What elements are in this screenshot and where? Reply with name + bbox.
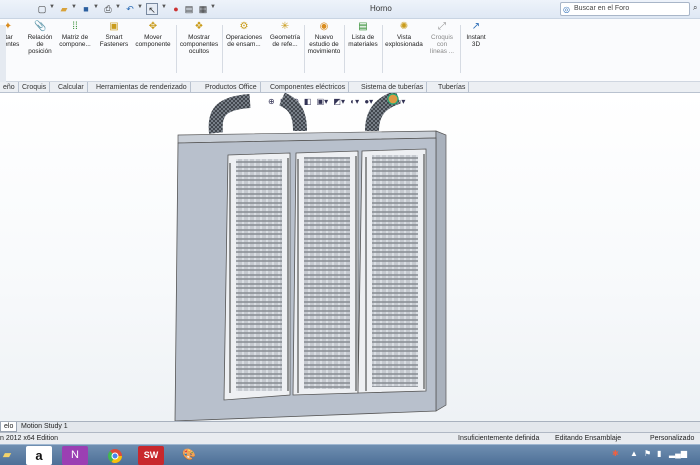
new-motion-study-icon: ◉ — [319, 21, 329, 32]
tab-piping-system[interactable]: Sistema de tuberías — [358, 82, 428, 93]
show-hidden-components-icon: ❖ — [194, 21, 204, 32]
edition-label: n 2012 x64 Edition — [0, 435, 58, 442]
command-label: Mostrar componentes ocultos — [179, 34, 219, 56]
command-label: Lista de materiales — [348, 34, 378, 49]
command-label: Relación de posición — [27, 34, 53, 56]
compartment-left — [223, 152, 291, 401]
mate-icon: 📎 — [34, 21, 47, 32]
traffic-light-icon[interactable]: ● — [170, 3, 182, 15]
command-label: Geometría de refe... — [269, 34, 301, 49]
command-manager: ✦ rtaronentes 📎 Relacióndeposición ⁞⁞ Ma… — [0, 19, 700, 82]
onenote-icon[interactable]: N — [62, 446, 88, 465]
tab-motion-study[interactable]: Motion Study 1 — [18, 422, 71, 432]
search-input[interactable]: ◎ Buscar en el Foro — [560, 2, 690, 16]
window-title: Horno — [370, 4, 392, 13]
selected-hose-end — [387, 93, 399, 105]
reference-geometry-button[interactable]: ✳ Geometría de refe... — [266, 21, 304, 48]
tab-electrical-components[interactable]: Componentes eléctricos — [267, 82, 350, 93]
compartment-right — [357, 148, 427, 394]
assembly-features-icon: ⚙ — [239, 21, 249, 32]
move-component-icon: ✥ — [148, 21, 158, 32]
command-tabs: eño Croquis Calcular Herramientas de ren… — [0, 82, 700, 93]
bill-of-materials-icon: ▤ — [358, 21, 368, 32]
tab-render-tools[interactable]: Herramientas de renderizado — [93, 82, 191, 93]
model-tabs: elo Motion Study 1 — [0, 421, 700, 432]
exploded-view-icon: ✺ — [399, 21, 409, 32]
tab-design[interactable]: eño — [0, 82, 19, 93]
command-label: Nuevo estudio de movimiento — [307, 34, 341, 56]
edit-mode-status: Editando Ensamblaje — [555, 435, 622, 442]
new-document-icon[interactable]: ▢ — [36, 3, 48, 15]
tab-piping[interactable]: Tuberías — [435, 82, 470, 93]
tab-sketch[interactable]: Croquis — [19, 82, 51, 93]
oven-model[interactable] — [0, 93, 700, 421]
explode-line-sketch-icon: ⤢ — [438, 21, 446, 32]
tab-office-products[interactable]: Productos Office — [202, 82, 261, 93]
open-folder-icon[interactable]: ▰ — [58, 3, 70, 15]
print-icon[interactable]: ⎙ — [102, 3, 114, 15]
search-placeholder: Buscar en el Foro — [574, 5, 630, 12]
file-explorer-icon[interactable]: ▰ — [0, 446, 20, 465]
tab-model[interactable]: elo — [0, 422, 18, 432]
graphics-area[interactable]: ⊕ ⊡ ⟲ ◧ ▣▾ ◩▾ ◐▾ ●▾ ◭▾ ▭▾ — [0, 93, 700, 421]
tray-app-icon[interactable]: ✱ — [612, 449, 619, 458]
component-pattern-icon: ⁞⁞ — [72, 21, 78, 32]
chevron-down-icon[interactable]: ▼ — [49, 4, 55, 10]
chevron-down-icon[interactable]: ▼ — [93, 4, 99, 10]
battery-icon[interactable]: ▮ — [657, 449, 661, 458]
command-label: Mover componente — [135, 34, 171, 49]
expand-tray-icon[interactable]: ▲ — [630, 449, 638, 458]
options-icon[interactable]: ▦ — [197, 3, 209, 15]
command-label: Matriz de compone... — [59, 34, 91, 49]
command-label: Vista explosionada — [385, 34, 423, 49]
assembly-features-button[interactable]: ⚙ Operaciones de ensam... — [222, 21, 266, 48]
instant-3d-button[interactable]: ↗ Instant 3D — [460, 21, 492, 48]
instant-3d-icon: ↗ — [471, 21, 481, 32]
search-scope-icon: ◎ — [563, 5, 570, 14]
chevron-down-icon[interactable]: ▼ — [115, 4, 121, 10]
exploded-view-button[interactable]: ✺ Vista explosionada — [382, 21, 426, 48]
smart-fasteners-button[interactable]: ▣ Smart Fasteners — [96, 21, 132, 48]
taskbar: ▰ a N SW 🎨 ✱ ▲ ⚑ ▮ ▂▄▆ — [0, 444, 700, 465]
network-icon[interactable]: ▂▄▆ — [669, 449, 687, 458]
paint-icon[interactable]: 🎨 — [176, 446, 202, 465]
solidworks-icon[interactable]: SW — [138, 446, 164, 465]
chevron-down-icon[interactable]: ▼ — [161, 4, 167, 10]
command-label: Smart Fasteners — [99, 34, 129, 49]
undo-icon[interactable]: ↶ — [124, 3, 136, 15]
definition-status: Insuficientemente definida — [458, 435, 540, 442]
flag-icon[interactable]: ⚑ — [644, 449, 651, 458]
title-bar: ▢ ▼ ▰ ▼ ■ ▼ ⎙ ▼ ↶ ▼ ↖ ▼ ● ▤ ▦ ▼ Horno ◎ … — [0, 0, 700, 19]
show-hidden-components-button[interactable]: ❖ Mostrar componentes ocultos — [176, 21, 222, 56]
explode-line-sketch-button[interactable]: ⤢ Croquis con líneas ... — [426, 21, 458, 56]
amazon-icon[interactable]: a — [26, 446, 52, 465]
move-component-button[interactable]: ✥ Mover componente — [132, 21, 174, 48]
status-bar: n 2012 x64 Edition Insuficientemente def… — [0, 432, 700, 444]
chevron-down-icon[interactable]: ▼ — [71, 4, 77, 10]
compartment-middle — [292, 150, 359, 396]
smart-fasteners-icon: ▣ — [109, 21, 119, 32]
command-label: Croquis con líneas ... — [429, 34, 455, 56]
save-icon[interactable]: ■ — [80, 3, 92, 15]
command-label: Operaciones de ensam... — [225, 34, 263, 49]
chevron-down-icon[interactable]: ▼ — [210, 4, 216, 10]
mate-button[interactable]: 📎 Relación de posición — [24, 21, 56, 56]
tab-evaluate[interactable]: Calcular — [55, 82, 88, 93]
units-status[interactable]: Personalizado — [650, 433, 694, 444]
reference-geometry-icon: ✳ — [280, 21, 290, 32]
left-tool-strip — [0, 25, 6, 85]
search-icon[interactable]: ⌕ — [693, 3, 697, 13]
chrome-icon[interactable] — [102, 446, 128, 465]
new-motion-study-button[interactable]: ◉ Nuevo estudio de movimiento — [304, 21, 344, 56]
select-cursor-icon[interactable]: ↖ — [146, 3, 158, 15]
file-properties-icon[interactable]: ▤ — [183, 3, 195, 15]
bill-of-materials-button[interactable]: ▤ Lista de materiales — [344, 21, 382, 48]
component-pattern-button[interactable]: ⁞⁞ Matriz de compone... — [56, 21, 94, 48]
chevron-down-icon[interactable]: ▼ — [137, 4, 143, 10]
command-label: Instant 3D — [466, 34, 486, 49]
